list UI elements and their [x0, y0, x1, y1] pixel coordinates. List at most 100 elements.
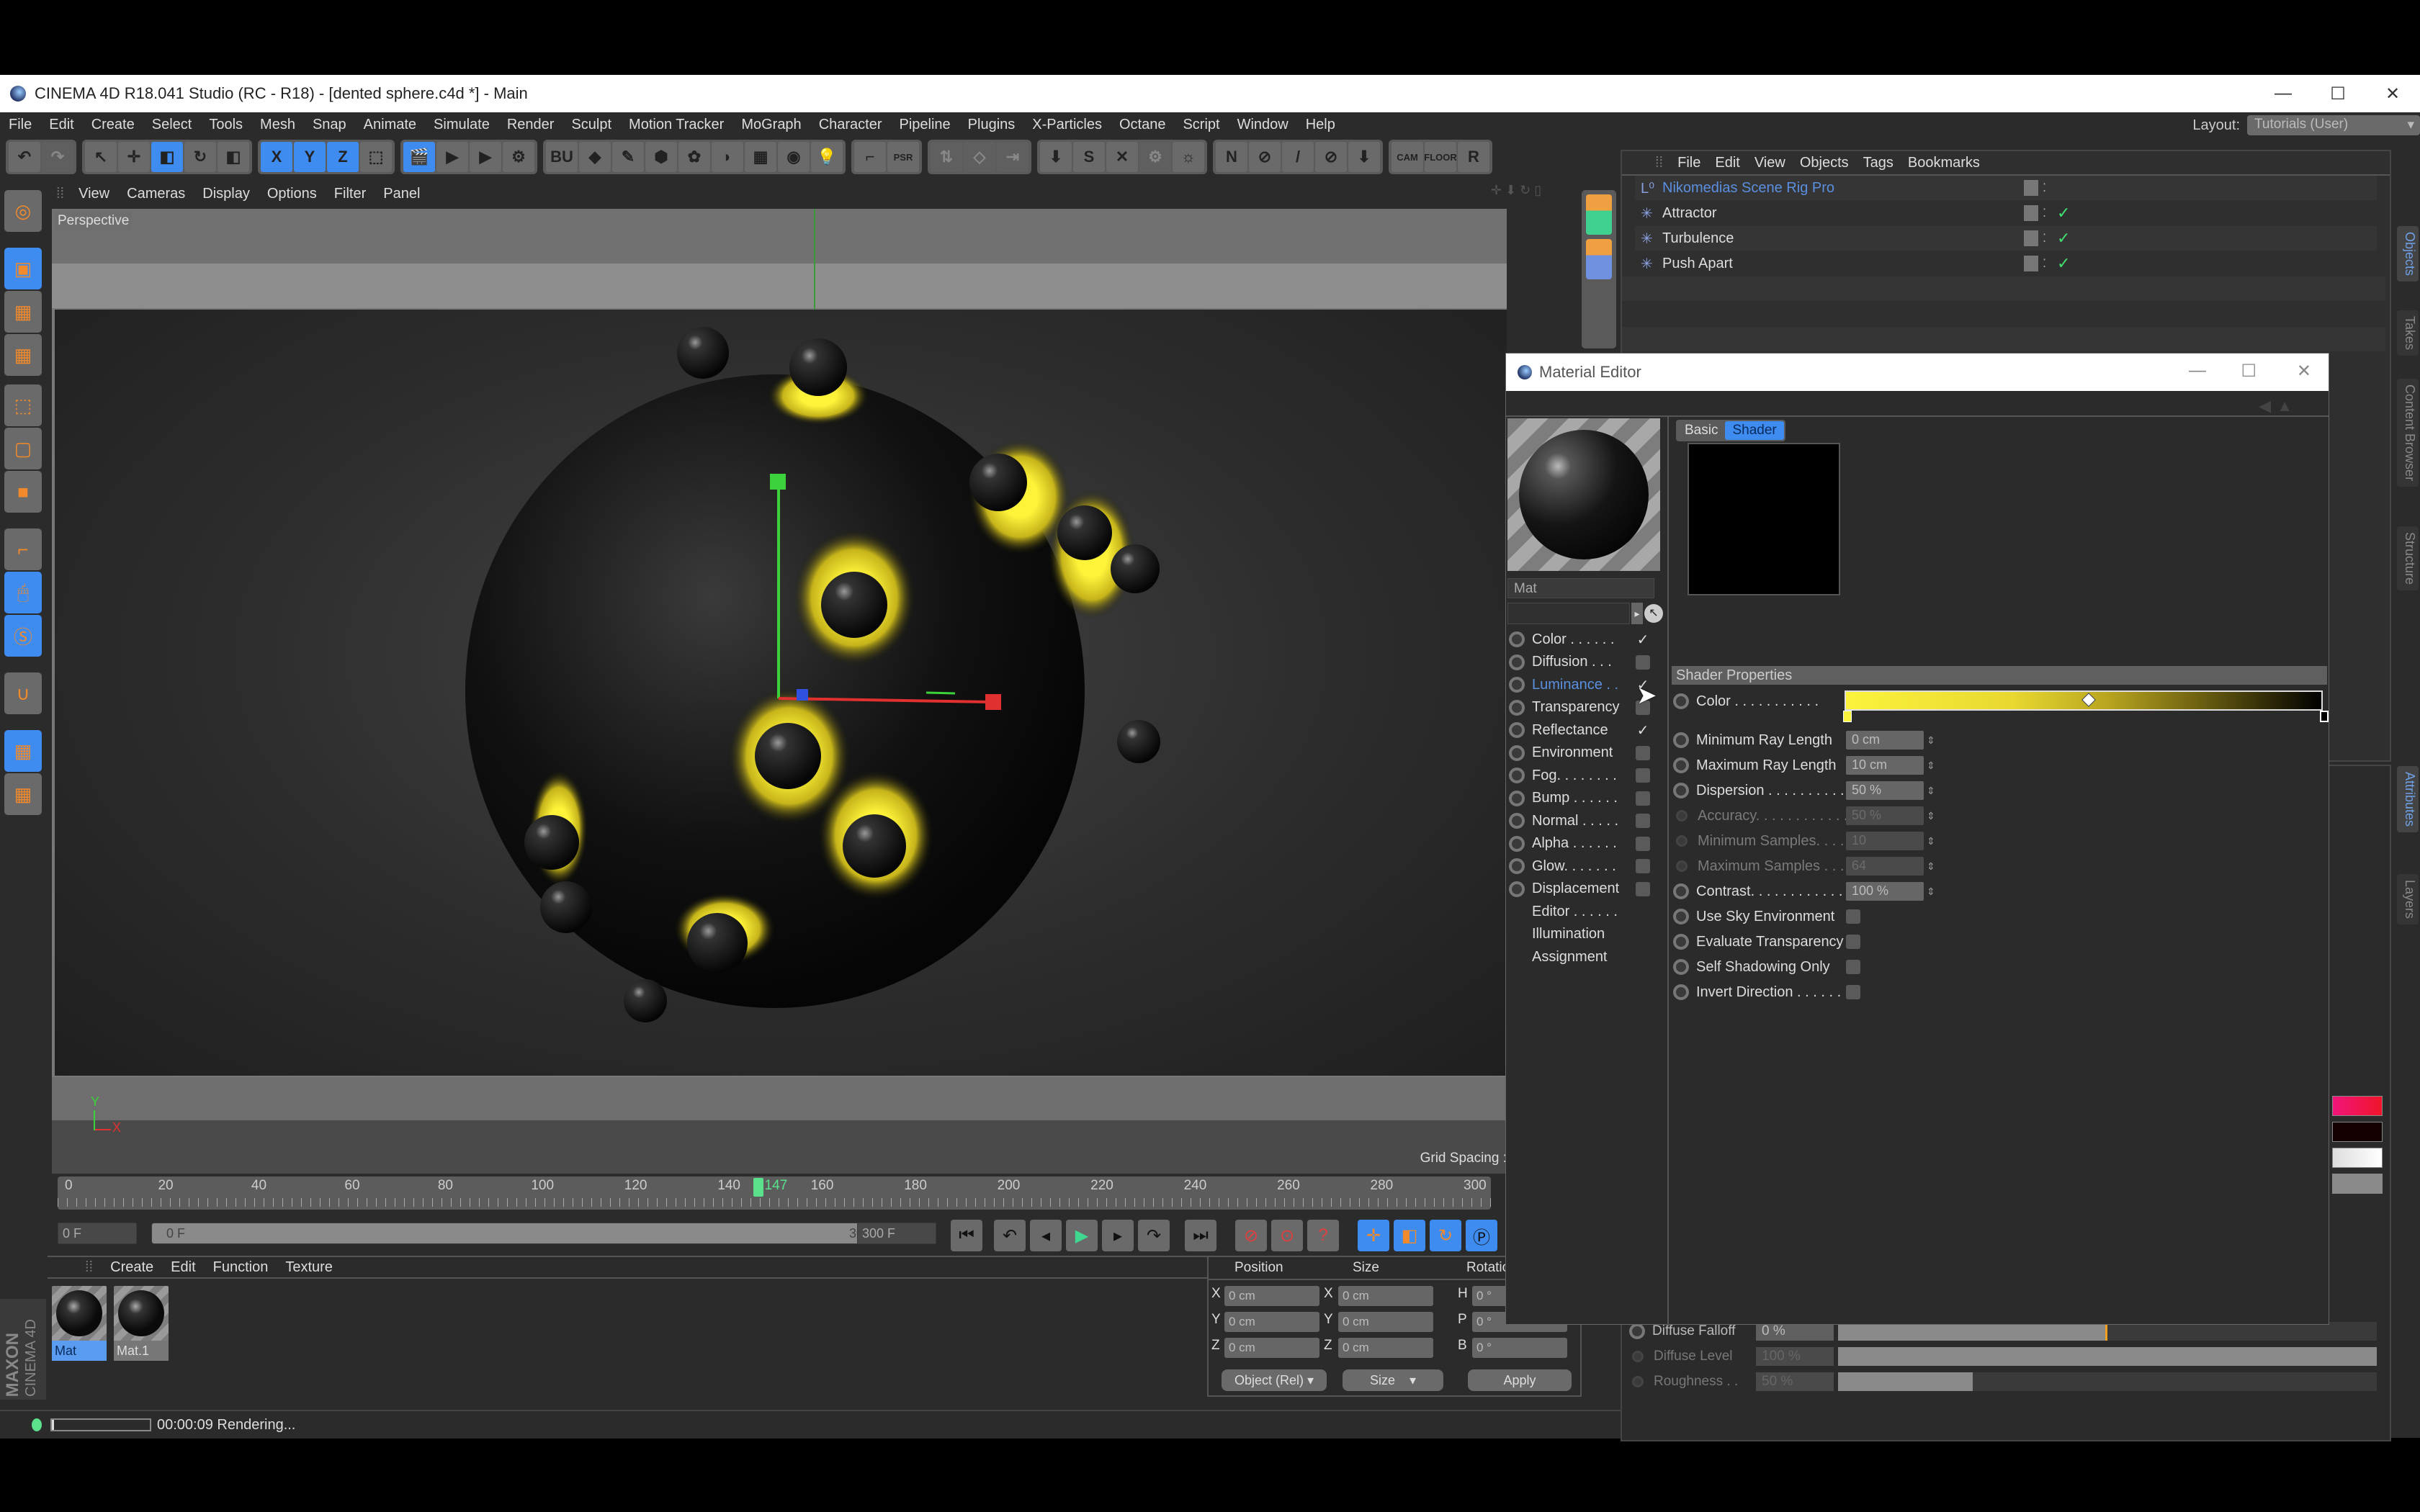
animate-radio-icon[interactable]	[1509, 677, 1525, 693]
floor-button[interactable]: ▦	[745, 142, 776, 172]
menu-pipeline[interactable]: Pipeline	[891, 117, 959, 133]
render-picture-viewer-button[interactable]: ▶	[470, 142, 501, 172]
channel-bump[interactable]: Bump . . . . . .	[1509, 788, 1667, 809]
play-button[interactable]: ▶	[1066, 1220, 1098, 1251]
subdivision-button[interactable]: ⬢	[645, 142, 677, 172]
animate-radio-icon[interactable]	[1676, 860, 1688, 872]
material-editor-title-bar[interactable]: Material Editor — ☐ ✕	[1506, 354, 2329, 391]
deformer-button[interactable]: ◗	[712, 142, 743, 172]
recent-tool-button[interactable]: ◧	[218, 142, 249, 172]
animate-radio-icon[interactable]	[1509, 722, 1525, 738]
channel-diffusion[interactable]: Diffusion . . .	[1509, 652, 1667, 673]
enabled-check-icon[interactable]: ✓	[2057, 229, 2070, 248]
viewport-perspective[interactable]: Perspective Y X Grid Spacing:	[52, 209, 1507, 1174]
render-view-button[interactable]: ▶	[436, 142, 468, 172]
axis-mode-button[interactable]: ⌐	[4, 528, 42, 570]
viewport-menu-filter[interactable]: Filter	[326, 186, 375, 202]
channel-environment[interactable]: Environment	[1509, 742, 1667, 764]
menu-motion-tracker[interactable]: Motion Tracker	[620, 117, 732, 133]
channel-checkbox[interactable]	[1636, 654, 1650, 670]
animate-radio-icon[interactable]	[1673, 909, 1689, 924]
channel-checkbox[interactable]: ✓	[1636, 723, 1650, 739]
panel-tab-attributes[interactable]: Attributes	[2397, 766, 2419, 833]
property-value-field[interactable]: 50 %	[1846, 806, 1924, 825]
go-to-start-button[interactable]: ⏮	[951, 1220, 982, 1251]
animate-radio-icon[interactable]	[1673, 984, 1689, 1000]
viewport-nav-icons[interactable]: ✛ ⬇ ↻ ▯	[1491, 183, 1541, 198]
snap-magnet-button[interactable]: ∪	[4, 672, 42, 714]
layer-green-icon[interactable]	[1586, 194, 1612, 235]
no-button[interactable]: ⊘	[1249, 142, 1281, 172]
floor-plugin-button[interactable]: FLOOR	[1424, 142, 1457, 172]
display-tag-icon[interactable]	[2024, 180, 2038, 196]
animate-radio-icon[interactable]	[1632, 1351, 1644, 1362]
menu-character[interactable]: Character	[810, 117, 891, 133]
viewport-menu-panel[interactable]: Panel	[375, 186, 429, 202]
render-region-button[interactable]: 🎬	[403, 142, 435, 172]
model-mode-button[interactable]: ▣	[4, 248, 42, 289]
camera-button[interactable]: ◉	[778, 142, 810, 172]
object-menu-file[interactable]: File	[1670, 155, 1708, 171]
size-mode-dropdown[interactable]: Size ▾	[1343, 1369, 1443, 1391]
attribute-color-swatch[interactable]	[2332, 1148, 2383, 1168]
attribute-color-swatch[interactable]	[2332, 1122, 2383, 1142]
slash-button[interactable]: /	[1282, 142, 1314, 172]
viewport-menu-view[interactable]: View	[70, 186, 118, 202]
layout-dropdown[interactable]: Tutorials (User) ▾	[2247, 115, 2420, 135]
render-settings-button[interactable]: ⚙	[503, 142, 534, 172]
y-axis-button[interactable]: Y	[294, 142, 326, 172]
x-axis-button[interactable]: X	[261, 142, 292, 172]
pick-object-icon[interactable]: ↖	[1644, 604, 1663, 623]
material-preview[interactable]	[1507, 418, 1660, 571]
panel-tab-objects[interactable]: Objects	[2397, 226, 2419, 282]
prev-frame-button[interactable]: ◂	[1030, 1220, 1062, 1251]
animate-radio-icon[interactable]	[1509, 835, 1525, 852]
channel-fog[interactable]: Fog. . . . . . . .	[1509, 765, 1667, 786]
animate-radio-icon[interactable]	[1632, 1376, 1644, 1387]
gradient-stop-start[interactable]	[1843, 711, 1852, 722]
gear-outline-button[interactable]: ⚙	[1139, 142, 1171, 172]
s-plugin-button[interactable]: S	[1073, 142, 1105, 172]
animate-radio-icon[interactable]	[1676, 835, 1688, 847]
property-checkbox[interactable]	[1846, 985, 1860, 999]
animate-radio-icon[interactable]	[1509, 790, 1525, 806]
property-value-field[interactable]: 0 cm	[1846, 731, 1924, 750]
n-plugin-button[interactable]: N	[1216, 142, 1247, 172]
animate-radio-icon[interactable]	[1509, 744, 1525, 761]
animate-radio-icon[interactable]	[1673, 732, 1689, 748]
nav-back-icon[interactable]: ◀	[2259, 397, 2271, 415]
stepper-arrows-icon[interactable]: ⇕	[1927, 810, 1935, 822]
menu-plugins[interactable]: Plugins	[959, 117, 1024, 133]
channel-checkbox[interactable]	[1636, 859, 1650, 873]
xref-button[interactable]: ⌐	[854, 142, 886, 172]
cam-button[interactable]: CAM	[1392, 142, 1423, 172]
points-mode-button[interactable]: ⬚	[4, 384, 42, 426]
prev-key-button[interactable]: ↶	[994, 1220, 1026, 1251]
pen-button[interactable]: ✎	[612, 142, 644, 172]
me-minimize-button[interactable]: —	[2189, 361, 2206, 381]
me-maximize-button[interactable]: ☐	[2241, 361, 2257, 382]
cloner-button[interactable]: ✿	[678, 142, 710, 172]
material-name-field[interactable]: Mat	[1507, 578, 1654, 598]
visibility-dots-icon[interactable]: ⁚	[2043, 206, 2046, 220]
attribute-value[interactable]: 100 %	[1756, 1347, 1834, 1366]
locked-workplane-button[interactable]: ▦	[4, 730, 42, 772]
material-link-field[interactable]	[1507, 603, 1630, 624]
menu-simulate[interactable]: Simulate	[425, 117, 498, 133]
go-to-end-button[interactable]: ⏭	[1185, 1220, 1216, 1251]
property-checkbox[interactable]	[1846, 935, 1860, 949]
animate-radio-icon[interactable]	[1509, 768, 1525, 783]
channel-checkbox[interactable]	[1636, 836, 1650, 851]
stepper-arrows-icon[interactable]: ⇕	[1927, 734, 1935, 747]
channel-checkbox[interactable]: ✓	[1636, 632, 1650, 648]
minimize-button[interactable]: —	[2256, 75, 2311, 112]
channel-reflectance[interactable]: Reflectance ✓	[1509, 719, 1667, 741]
animate-radio-icon[interactable]	[1673, 934, 1689, 950]
me-close-button[interactable]: ✕	[2297, 361, 2311, 382]
animate-radio-icon[interactable]	[1673, 693, 1689, 709]
light-button[interactable]: 💡	[811, 142, 843, 172]
visibility-dots-icon[interactable]: ⁚	[2043, 181, 2046, 195]
stepper-arrows-icon[interactable]: ⇕	[1927, 760, 1935, 772]
panel-tab-takes[interactable]: Takes	[2397, 310, 2419, 356]
property-value-field[interactable]: 10 cm	[1846, 756, 1924, 775]
